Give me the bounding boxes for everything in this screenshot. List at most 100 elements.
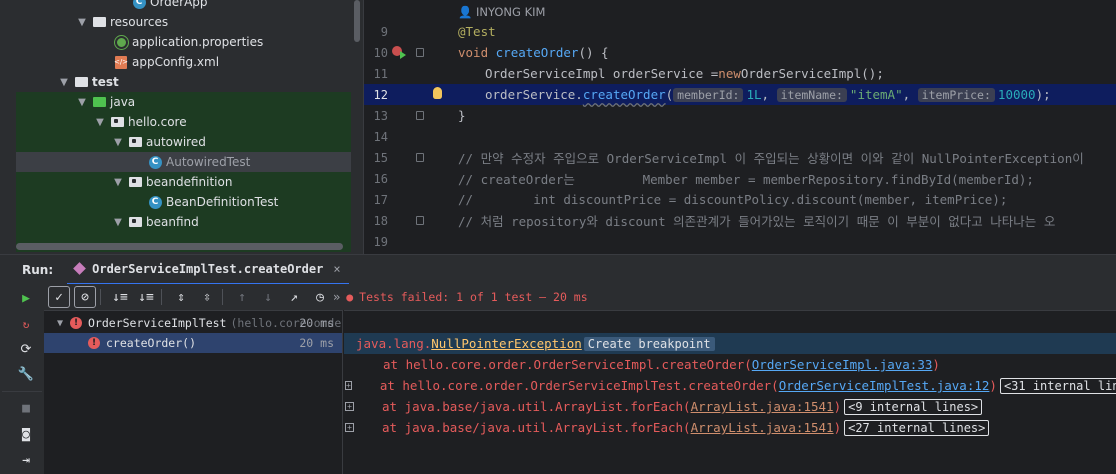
history-icon[interactable]: ◷ [309, 286, 331, 308]
tree-item-autowired[interactable]: ▼ autowired [16, 132, 351, 152]
exception-line: java.lang. NullPointerException Create bre… [344, 333, 1116, 354]
tree-item-resources[interactable]: ▼ resources [16, 12, 351, 32]
more-icon[interactable]: » [333, 290, 340, 304]
chevron-down-icon[interactable]: ▼ [76, 17, 88, 28]
internal-lines-fold[interactable]: <9 internal lines> [844, 398, 983, 415]
code-line-16[interactable]: 16 // createOrder는 Member member = membe… [364, 168, 1116, 189]
tree-vertical-scrollbar[interactable] [354, 0, 360, 42]
code-line-14[interactable]: 14 [364, 126, 1116, 147]
code-text: } [458, 108, 466, 123]
console-output[interactable]: java.lang. NullPointerException Create bre… [344, 310, 1116, 474]
lightbulb-icon[interactable] [433, 87, 442, 99]
chevron-down-icon[interactable]: ▼ [58, 77, 70, 88]
expand-icon[interactable]: + [345, 423, 354, 432]
test-duration: 20 ms [299, 316, 334, 330]
stack-frame-close: ) [833, 420, 842, 435]
next-failed-icon[interactable]: ↓ [257, 286, 279, 308]
camera-icon[interactable]: ◙ [18, 426, 34, 442]
fold-icon[interactable] [416, 111, 424, 120]
tree-item-orderapp[interactable]: C OrderApp [16, 0, 351, 12]
expand-icon[interactable]: + [345, 381, 352, 390]
code-line-11[interactable]: 11 OrderServiceImpl orderService = new O… [364, 63, 1116, 84]
resources-folder-icon [92, 15, 106, 29]
fold-icon[interactable] [416, 48, 424, 57]
divider [2, 391, 42, 392]
tree-item-appconfig-xml[interactable]: </> appConfig.xml [16, 52, 351, 72]
chevron-down-icon[interactable]: ▼ [54, 318, 66, 329]
package-icon [110, 115, 124, 129]
line-number: 14 [373, 129, 388, 144]
tree-item-application-properties[interactable]: application.properties [16, 32, 351, 52]
chevron-down-icon[interactable]: ▼ [76, 97, 88, 108]
chevron-down-icon[interactable]: ▼ [94, 117, 106, 128]
line-number: 9 [380, 24, 388, 39]
code-line-15[interactable]: 15 // 만약 수정자 주입으로 OrderServiceImpl 이 주입되… [364, 147, 1116, 168]
chevron-down-icon[interactable]: ▼ [112, 177, 124, 188]
test-case-row[interactable]: ! createOrder() 20 ms [44, 333, 342, 353]
sort-alpha-icon[interactable]: ↓≡ [109, 286, 131, 308]
class-icon: C [148, 155, 162, 169]
test-duration: 20 ms [299, 336, 334, 350]
stack-frame-text: at java.base/java.util.ArrayList.forEach… [382, 399, 691, 414]
exit-icon[interactable]: ⇥ [18, 452, 34, 468]
tree-horizontal-scrollbar[interactable] [16, 243, 343, 250]
source-link[interactable]: OrderServiceImplTest.java:12 [779, 378, 990, 393]
code-line-9[interactable]: 9 @Test [364, 21, 1116, 42]
test-name: createOrder() [106, 336, 197, 350]
code-text: () { [578, 45, 609, 60]
previous-failed-icon[interactable]: ↑ [231, 286, 253, 308]
exception-link[interactable]: NullPointerException [431, 336, 582, 351]
code-line-17[interactable]: 17 // int discountPrice = discountPolicy… [364, 189, 1116, 210]
class-icon: C [148, 195, 162, 209]
param-hint-item-price: itemPrice: [917, 87, 995, 102]
run-side-toolbar: ▶ ↻ ⟳ 🔧 ■ ◙ ⇥ [0, 284, 44, 474]
code-text: orderService. [485, 87, 583, 102]
code-comment: // int discountPrice = discountPolicy.di… [458, 192, 1008, 207]
chevron-down-icon[interactable]: ▼ [112, 137, 124, 148]
close-icon[interactable]: × [333, 262, 340, 276]
run-tab[interactable]: OrderServiceImplTest.createOrder × [67, 255, 349, 285]
internal-lines-fold[interactable]: <27 internal lines> [844, 419, 990, 436]
run-tool-window-header: Run: OrderServiceImplTest.createOrder × [0, 254, 1116, 285]
code-line-13[interactable]: 13 } [364, 105, 1116, 126]
rerun-failed-icon[interactable]: ↻ [18, 316, 34, 332]
tree-item-hello-core[interactable]: ▼ hello.core [16, 112, 351, 132]
show-ignored-icon[interactable]: ⊘ [74, 286, 96, 308]
sort-duration-icon[interactable]: ↓≡ [135, 286, 157, 308]
expand-all-icon[interactable]: ⇕ [170, 286, 192, 308]
import-tests-icon[interactable]: ↗ [283, 286, 305, 308]
code-editor[interactable]: 👤 INYONG KIM 9 @Test 10 void createOrder… [363, 0, 1116, 254]
code-line-12[interactable]: 12 orderService. createOrder( memberId: 1L… [364, 84, 1116, 105]
stop-icon[interactable]: ■ [18, 400, 34, 416]
code-comment: // 처럼 repository와 discount 의존관계가 들어가있는 로… [458, 214, 1056, 229]
line-number: 10 [373, 45, 388, 60]
fold-icon[interactable] [416, 153, 424, 162]
fold-icon[interactable] [416, 216, 424, 225]
tree-item-beanfind[interactable]: ▼ beanfind [16, 212, 351, 232]
tree-item-beandefinitiontest[interactable]: C BeanDefinitionTest [16, 192, 351, 212]
collapse-all-icon[interactable]: ⇳ [196, 286, 218, 308]
chevron-down-icon[interactable]: ▼ [112, 217, 124, 228]
show-passed-icon[interactable]: ✓ [48, 286, 70, 308]
tree-item-test[interactable]: ▼ test [16, 72, 351, 92]
create-breakpoint-button[interactable]: Create breakpoint [583, 336, 715, 351]
run-test-gutter-icon[interactable] [392, 46, 406, 59]
code-keyword: new [718, 66, 741, 81]
project-tree: C OrderApp ▼ resources application.prope… [0, 0, 363, 254]
source-link[interactable]: OrderServiceImpl.java:33 [752, 357, 933, 372]
test-suite-row[interactable]: ▼ ! OrderServiceImplTest (hello.core.ord… [44, 313, 342, 333]
wrench-icon[interactable]: 🔧 [18, 366, 34, 382]
tree-item-java[interactable]: ▼ java [16, 92, 351, 112]
tree-item-autowiredtest[interactable]: C AutowiredTest [16, 152, 351, 172]
code-line-19[interactable]: 19 [364, 231, 1116, 252]
internal-lines-fold[interactable]: <31 internal lines> [999, 377, 1116, 394]
expand-icon[interactable]: + [345, 402, 354, 411]
toggle-auto-test-icon[interactable]: ⟳ [18, 341, 34, 357]
rerun-icon[interactable]: ▶ [18, 290, 34, 306]
source-link[interactable]: ArrayList.java:1541 [691, 399, 834, 414]
tree-item-beandefinition[interactable]: ▼ beandefinition [16, 172, 351, 192]
code-line-18[interactable]: 18 // 처럼 repository와 discount 의존관계가 들어가있… [364, 210, 1116, 231]
code-line-10[interactable]: 10 void createOrder() { [364, 42, 1116, 63]
line-number: 13 [373, 108, 388, 123]
source-link[interactable]: ArrayList.java:1541 [691, 420, 834, 435]
